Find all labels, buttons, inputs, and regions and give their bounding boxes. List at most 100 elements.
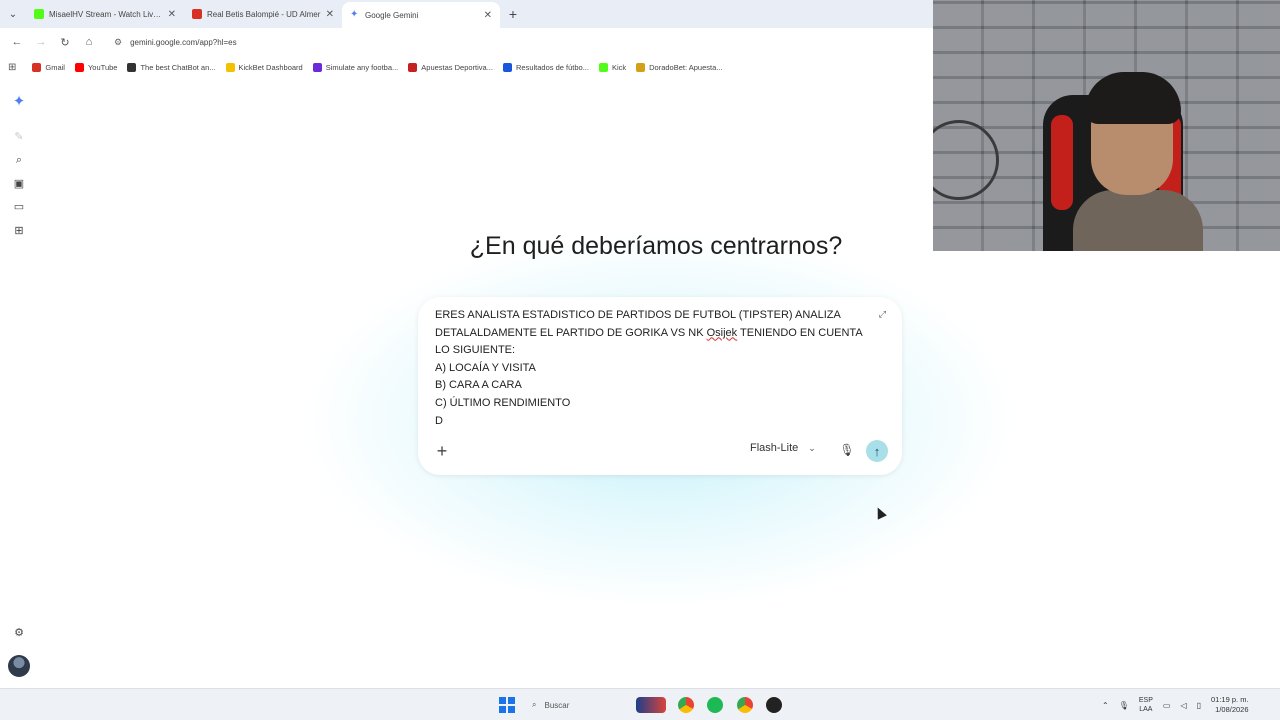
tab-search-chevron-icon[interactable]: ⌄	[0, 0, 26, 28]
video-icon[interactable]: ▭	[11, 198, 27, 214]
microphone-icon[interactable]: 🎙	[838, 441, 856, 459]
bookmark-label: Apuestas Deportiva...	[421, 62, 493, 72]
gemini-favicon-icon: ✦	[350, 9, 359, 20]
bookmark-label: DoradoBet: Apuesta...	[649, 62, 723, 72]
chrome-icon[interactable]	[678, 697, 694, 713]
prompt-input-card[interactable]: ERES ANALISTA ESTADISTICO DE PARTIDOS DE…	[418, 297, 902, 475]
back-arrow-icon[interactable]: ←	[6, 31, 28, 53]
lang-layout: LAA	[1139, 706, 1153, 713]
close-tab-icon[interactable]: ✕	[484, 10, 492, 21]
search-icon[interactable]: ⌕	[11, 152, 27, 168]
clock-date: 1/08/2026	[1215, 705, 1249, 714]
site-info-icon[interactable]: ⚙	[114, 37, 122, 48]
tab-gemini[interactable]: ✦ Google Gemini ✕	[342, 2, 500, 28]
add-attachment-button[interactable]: +	[432, 441, 452, 461]
lang-code: ESP	[1138, 697, 1153, 704]
search-icon: ⌕	[532, 700, 537, 709]
bookmark-label: Simulate any footba...	[325, 62, 399, 72]
gemini-sparkle-icon[interactable]: ✦	[11, 93, 27, 110]
youtube-icon	[74, 62, 84, 72]
prompt-line: A) LOCAÍA Y VISITA	[435, 361, 536, 374]
apps-icon[interactable]: ⊞	[11, 222, 27, 238]
bookmark-youtube[interactable]: YouTube	[74, 62, 118, 72]
settings-gear-icon[interactable]: ⚙	[11, 624, 27, 640]
bookmark-kickbet[interactable]: KickBet Dashboard	[225, 62, 303, 72]
prompt-textarea[interactable]: ERES ANALISTA ESTADISTICO DE PARTIDOS DE…	[435, 307, 875, 430]
clock[interactable]: 01:19 p. m. 1/08/2026	[1211, 695, 1249, 715]
bookmark-kick[interactable]: Kick	[598, 62, 627, 72]
bookmark-doradobet[interactable]: DoradoBet: Apuesta...	[636, 62, 723, 72]
chevron-down-icon: ⌄	[808, 442, 816, 453]
resultados-icon	[502, 62, 512, 72]
windows-taskbar: ⌕ Buscar ⌃ 🎙 ESP LAA ▭ ◁ ▯ 01:19 p. m. 1…	[0, 688, 1280, 720]
model-selector[interactable]: Flash-Lite ⌄	[750, 442, 816, 454]
bookmark-apuestas[interactable]: Apuestas Deportiva...	[408, 62, 493, 72]
webcam-overlay	[933, 0, 1280, 251]
kick-favicon-icon	[34, 9, 44, 19]
prompt-line: C) ÚLTIMO RENDIMIENTO	[435, 396, 571, 409]
bookmark-gmail[interactable]: Gmail	[32, 62, 65, 72]
gemini-sidebar: ✦ ✎ ⌕ ▣ ▭ ⊞ ⚙	[0, 78, 38, 688]
widget-thumbnail-icon[interactable]	[636, 697, 666, 713]
kick-icon	[598, 62, 608, 72]
chevron-up-icon[interactable]: ⌃	[1102, 701, 1109, 710]
windows-start-icon[interactable]	[499, 697, 515, 713]
apuestas-icon	[408, 62, 418, 72]
prompt-line: B) CARA A CARA	[435, 379, 522, 392]
apps-grid-icon[interactable]: ⊞	[8, 62, 16, 73]
new-tab-button[interactable]: +	[500, 6, 526, 22]
tab-title: MisaelHV Stream - Watch Live o	[49, 9, 163, 19]
image-icon[interactable]: ▣	[11, 175, 27, 191]
doradobet-icon	[636, 62, 646, 72]
bookmark-label: The best ChatBot an...	[140, 62, 216, 72]
user-avatar[interactable]	[8, 655, 30, 677]
volume-icon[interactable]: ◁	[1180, 701, 1186, 710]
chatbot-icon	[127, 62, 137, 72]
clock-time: 01:19 p. m.	[1211, 695, 1249, 704]
browser-toolbar: ← → ↻ ⌂ ⚙ gemini.google.com/app?hl=es	[0, 28, 933, 56]
bookmark-chatbot[interactable]: The best ChatBot an...	[127, 62, 216, 72]
bookmark-label: Resultados de fútbo...	[515, 62, 589, 72]
language-indicator[interactable]: ESP LAA	[1139, 696, 1153, 714]
model-label: Flash-Lite	[750, 442, 799, 454]
prompt-line: LO SIGUIENTE:	[435, 344, 516, 357]
send-button[interactable]: ↑	[866, 440, 888, 462]
prompt-line: D	[435, 414, 443, 427]
app-icon[interactable]	[766, 697, 782, 713]
new-chat-icon[interactable]: ✎	[11, 128, 27, 144]
network-icon[interactable]: ▭	[1163, 701, 1171, 710]
battery-icon[interactable]: ▯	[1197, 701, 1201, 710]
tab-kick-stream[interactable]: MisaelHV Stream - Watch Live o ✕	[26, 0, 184, 28]
bookmark-resultados[interactable]: Resultados de fútbo...	[502, 62, 589, 72]
kickbet-icon	[225, 62, 235, 72]
page-title: ¿En qué deberíamos centrarnos?	[469, 232, 843, 260]
chrome-profile-icon[interactable]	[737, 697, 753, 713]
reload-icon[interactable]: ↻	[54, 31, 76, 53]
bookmark-label: Kick	[611, 62, 627, 72]
microphone-tray-icon[interactable]: 🎙	[1119, 701, 1129, 710]
spotify-icon[interactable]	[707, 697, 723, 713]
gmail-icon	[32, 62, 42, 72]
bookmark-label: Gmail	[45, 62, 65, 72]
system-tray: ⌃ 🎙 ESP LAA ▭ ◁ ▯ 01:19 p. m. 1/08/2026	[1102, 689, 1249, 720]
bookmark-label: KickBet Dashboard	[238, 62, 303, 72]
home-icon[interactable]: ⌂	[78, 31, 100, 53]
bookmarks-bar: ⊞ Gmail YouTube The best ChatBot an... K…	[0, 56, 933, 78]
misspelled-word: Osijek	[706, 326, 738, 339]
bookmark-label: YouTube	[87, 62, 118, 72]
tab-title: Google Gemini	[365, 10, 419, 20]
tab-betis[interactable]: Real Betis Balompié - UD Almer ✕	[184, 0, 342, 28]
prompt-line: DETALALDAMENTE EL PARTIDO DE GORIKA VS N…	[435, 325, 875, 343]
forward-arrow-icon[interactable]: →	[30, 31, 52, 53]
close-tab-icon[interactable]: ✕	[326, 9, 334, 20]
address-bar[interactable]: ⚙ gemini.google.com/app?hl=es	[108, 31, 925, 53]
person-body	[1073, 190, 1203, 251]
chair-accent	[1051, 115, 1073, 210]
search-placeholder: Buscar	[544, 700, 570, 710]
bookmark-simulate[interactable]: Simulate any footba...	[312, 62, 399, 72]
prompt-line: ERES ANALISTA ESTADISTICO DE PARTIDOS DE…	[435, 309, 841, 321]
close-tab-icon[interactable]: ✕	[168, 9, 176, 20]
expand-icon[interactable]: ⤢	[879, 309, 886, 320]
browser-tabbar: ⌄ MisaelHV Stream - Watch Live o ✕ Real …	[0, 0, 933, 28]
person-hair	[1085, 72, 1181, 124]
